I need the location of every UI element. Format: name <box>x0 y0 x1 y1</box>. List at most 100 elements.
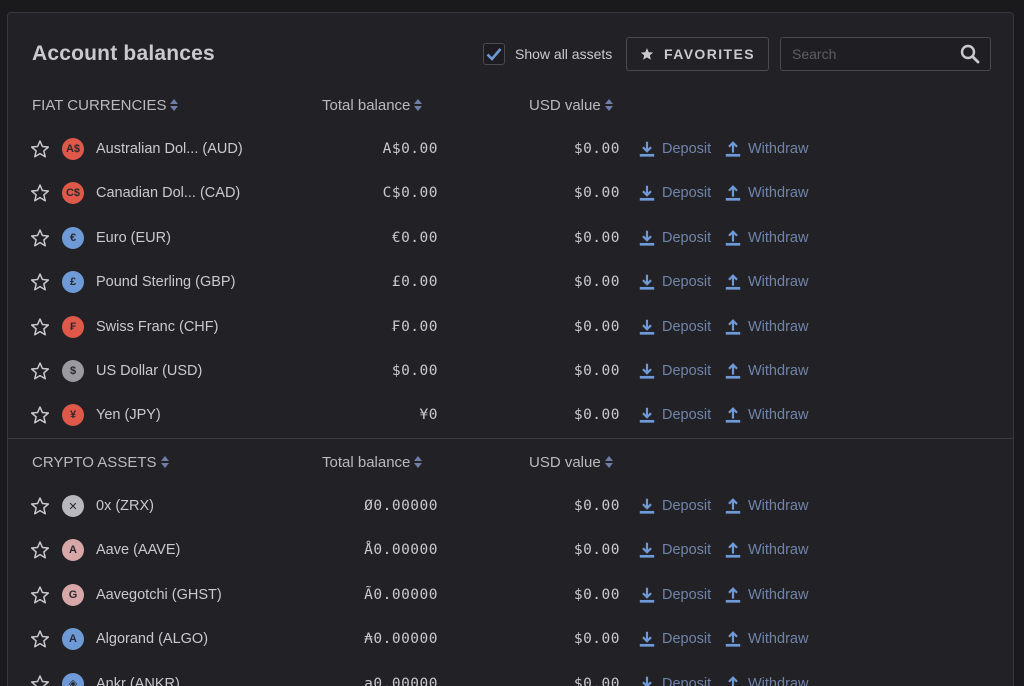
deposit-button[interactable]: Deposit <box>638 362 711 380</box>
withdraw-label: Withdraw <box>748 363 809 379</box>
deposit-button[interactable]: Deposit <box>638 229 711 247</box>
show-all-label: Show all assets <box>515 46 613 62</box>
withdraw-label: Withdraw <box>748 274 809 291</box>
deposit-label: Deposit <box>662 631 712 648</box>
withdraw-button[interactable]: Withdraw <box>724 140 808 158</box>
withdraw-label: Withdraw <box>748 586 809 603</box>
table-row: ¥ Yen (JPY) ¥0 $0.00 Deposit Withdraw <box>8 393 1013 437</box>
deposit-button[interactable]: Deposit <box>638 184 711 202</box>
withdraw-button[interactable]: Withdraw <box>724 184 808 202</box>
withdraw-label: Withdraw <box>748 498 809 514</box>
deposit-button[interactable]: Deposit <box>638 630 711 648</box>
asset-name: 0x (ZRX) <box>96 498 154 514</box>
withdraw-button[interactable]: Withdraw <box>724 497 808 515</box>
withdraw-button[interactable]: Withdraw <box>724 406 808 424</box>
sort-icon[interactable] <box>604 455 613 469</box>
withdraw-button[interactable]: Withdraw <box>724 229 808 247</box>
star-icon[interactable] <box>30 361 50 381</box>
search-icon[interactable] <box>960 44 980 64</box>
upload-icon <box>724 140 742 158</box>
star-icon[interactable] <box>30 540 50 560</box>
download-icon <box>638 318 656 336</box>
withdraw-button[interactable]: Withdraw <box>724 318 808 336</box>
fiat-balance-header[interactable]: Total balance <box>322 95 423 115</box>
deposit-label: Deposit <box>662 675 712 686</box>
star-icon[interactable] <box>30 228 50 248</box>
star-icon[interactable] <box>30 496 50 516</box>
usd-value: $0.00 <box>573 407 620 424</box>
search-input[interactable] <box>781 38 951 70</box>
deposit-button[interactable]: Deposit <box>638 318 711 336</box>
upload-icon <box>724 586 742 604</box>
fiat-usd-header[interactable]: USD value <box>529 95 613 115</box>
total-balance: ¥0 <box>419 407 438 424</box>
crypto-usd-header[interactable]: USD value <box>529 452 613 472</box>
page-title: Account balances <box>32 42 215 65</box>
crypto-balance-header[interactable]: Total balance <box>322 452 423 472</box>
star-icon[interactable] <box>30 629 50 649</box>
upload-icon <box>724 184 742 202</box>
table-row: ₣ Swiss Franc (CHF) ₣0.00 $0.00 Deposit Withd… <box>8 305 1013 349</box>
deposit-button[interactable]: Deposit <box>638 497 711 515</box>
withdraw-label: Withdraw <box>748 542 809 559</box>
show-all-checkbox[interactable] <box>483 43 505 65</box>
total-balance: Ã0.00000 <box>364 586 438 603</box>
star-icon[interactable] <box>30 183 50 203</box>
sort-icon[interactable] <box>604 98 613 112</box>
star-icon[interactable] <box>30 405 50 425</box>
total-balance: a0.00000 <box>364 675 438 686</box>
asset-name: Australian Dol... (AUD) <box>96 141 243 157</box>
withdraw-button[interactable]: Withdraw <box>724 541 808 559</box>
star-filled-icon <box>640 48 654 60</box>
star-icon[interactable] <box>30 317 50 337</box>
withdraw-button[interactable]: Withdraw <box>724 362 808 380</box>
withdraw-label: Withdraw <box>748 631 809 648</box>
fiat-header[interactable]: FIAT CURRENCIES <box>32 95 179 115</box>
asset-name: Aavegotchi (GHST) <box>96 586 222 603</box>
download-icon <box>638 675 656 686</box>
withdraw-button[interactable]: Withdraw <box>724 586 808 604</box>
deposit-button[interactable]: Deposit <box>638 406 711 424</box>
show-all-assets-toggle[interactable]: Show all assets <box>483 43 612 65</box>
deposit-label: Deposit <box>662 318 712 335</box>
deposit-button[interactable]: Deposit <box>638 586 711 604</box>
deposit-button[interactable]: Deposit <box>638 541 711 559</box>
sort-icon[interactable] <box>170 98 179 112</box>
withdraw-button[interactable]: Withdraw <box>724 630 808 648</box>
deposit-label: Deposit <box>662 363 712 379</box>
withdraw-button[interactable]: Withdraw <box>724 273 808 291</box>
deposit-button[interactable]: Deposit <box>638 675 711 686</box>
search-box[interactable] <box>780 37 991 71</box>
asset-name: Yen (JPY) <box>96 407 161 424</box>
crypto-header[interactable]: CRYPTO ASSETS <box>32 452 169 472</box>
withdraw-label: Withdraw <box>748 229 809 246</box>
deposit-button[interactable]: Deposit <box>638 273 711 291</box>
total-balance: ₣0.00 <box>391 318 438 335</box>
total-balance: Å0.00000 <box>364 542 438 559</box>
sort-icon[interactable] <box>414 98 423 112</box>
favorites-button[interactable]: FAVORITES <box>626 37 769 71</box>
star-icon[interactable] <box>30 585 50 605</box>
deposit-label: Deposit <box>662 185 712 202</box>
upload-icon <box>724 541 742 559</box>
usd-value: $0.00 <box>573 363 620 379</box>
usd-value: $0.00 <box>573 318 620 335</box>
currency-icon: $ <box>62 360 84 382</box>
sort-icon[interactable] <box>160 455 169 469</box>
usd-value: $0.00 <box>573 675 620 686</box>
sort-icon[interactable] <box>414 455 423 469</box>
star-icon[interactable] <box>30 139 50 159</box>
star-icon[interactable] <box>30 272 50 292</box>
total-balance: C$0.00 <box>382 185 438 202</box>
deposit-button[interactable]: Deposit <box>638 140 711 158</box>
deposit-label: Deposit <box>662 274 712 291</box>
upload-icon <box>724 229 742 247</box>
total-balance: Ø0.00000 <box>364 498 438 514</box>
withdraw-label: Withdraw <box>748 141 809 157</box>
star-icon[interactable] <box>30 674 50 686</box>
asset-name: Aave (AAVE) <box>96 542 181 559</box>
asset-name: Canadian Dol... (CAD) <box>96 185 241 202</box>
fiat-usd-col-label: USD value <box>529 96 601 114</box>
withdraw-button[interactable]: Withdraw <box>724 675 808 686</box>
currency-icon: A <box>62 628 84 651</box>
